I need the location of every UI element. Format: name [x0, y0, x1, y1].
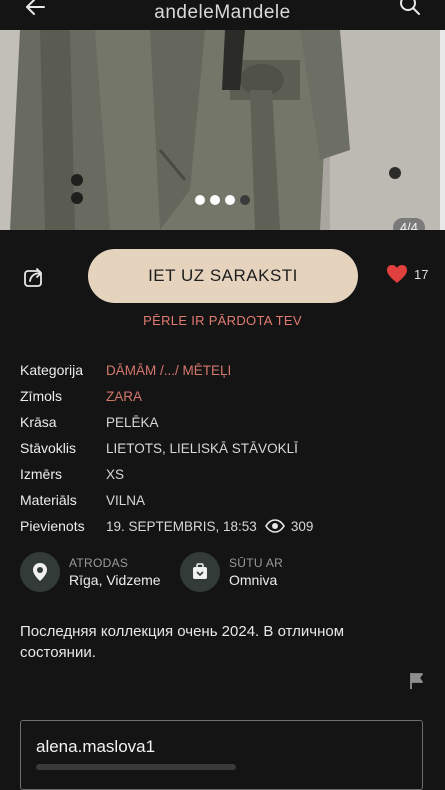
detail-label: Stāvoklis	[20, 440, 77, 456]
seller-info-placeholder	[36, 764, 236, 770]
location-shipping: ATRODAS Rīga, Vidzeme SŪTU AR Omniva	[20, 552, 425, 594]
detail-label: Zīmols	[20, 388, 62, 404]
brand-link[interactable]: ZARA	[106, 389, 142, 404]
detail-label: Krāsa	[20, 414, 57, 430]
detail-row-size: Izmērs XS	[20, 461, 425, 487]
gallery-dots	[195, 195, 250, 205]
app-logo[interactable]: andeleMandele	[0, 2, 445, 24]
detail-label: Materiāls	[20, 492, 77, 508]
detail-row-condition: Stāvoklis LIETOTS, LIELISKĀ STĀVOKLĪ	[20, 435, 425, 461]
detail-value: VILNA	[106, 492, 146, 508]
detail-row-color: Krāsa PELĒKA	[20, 409, 425, 435]
product-description: Последняя коллекция очень 2024. В отличн…	[20, 623, 345, 661]
top-bar: andeleMandele	[0, 0, 445, 30]
detail-label: Izmērs	[20, 466, 62, 482]
detail-row-added: Pievienots 19. SEPTEMBRIS, 18:53 309	[20, 513, 425, 539]
flag-icon	[410, 673, 423, 689]
location-info: ATRODAS Rīga, Vidzeme	[20, 552, 161, 592]
sold-status: PĒRLE IR PĀRDOTA TEV	[143, 313, 302, 328]
detail-label: Pievienots	[20, 518, 85, 534]
detail-value: 19. SEPTEMBRIS, 18:53	[106, 518, 257, 534]
likes-count: 17	[414, 266, 429, 282]
detail-value: LIETOTS, LIELISKĀ STĀVOKLĪ	[106, 440, 298, 456]
share-button[interactable]	[22, 264, 46, 288]
location-label: ATRODAS	[69, 556, 129, 570]
shipping-info: SŪTU AR Omniva	[180, 552, 283, 592]
detail-row-category: Kategorija DĀMĀM /.../ MĒTEĻI	[20, 357, 425, 383]
seller-username[interactable]: alena.maslova1	[36, 737, 155, 757]
report-button[interactable]	[407, 671, 427, 691]
go-to-list-button[interactable]: IET UZ SARAKSTI	[88, 249, 358, 303]
views-count: 309	[290, 518, 314, 534]
detail-row-brand: Zīmols ZARA	[20, 383, 425, 409]
shipping-label: SŪTU AR	[229, 556, 284, 570]
search-icon	[400, 0, 420, 15]
detail-value: XS	[106, 466, 125, 482]
category-link[interactable]: DĀMĀM /.../ MĒTEĻI	[106, 363, 231, 378]
package-icon	[180, 552, 220, 592]
views-counter: 309	[264, 518, 314, 534]
shipping-value: Omniva	[229, 572, 278, 588]
product-details: Kategorija DĀMĀM /.../ MĒTEĻI Zīmols ZAR…	[20, 357, 425, 539]
detail-value: PELĒKA	[106, 414, 159, 430]
image-counter: 4/4	[392, 218, 425, 230]
detail-label: Kategorija	[20, 362, 84, 378]
location-value: Rīga, Vidzeme	[69, 572, 161, 588]
eye-icon	[264, 519, 285, 533]
like-button[interactable]: 17	[386, 264, 428, 284]
search-button[interactable]	[397, 0, 423, 18]
seller-card[interactable]: alena.maslova1	[20, 720, 423, 790]
location-pin-icon	[20, 552, 60, 592]
gallery-dot[interactable]	[225, 195, 235, 205]
gallery-dot[interactable]	[210, 195, 220, 205]
share-icon	[24, 268, 42, 287]
detail-row-material: Materiāls VILNA	[20, 487, 425, 513]
heart-icon	[387, 265, 407, 283]
gallery-dot[interactable]	[195, 195, 205, 205]
gallery-dot-active[interactable]	[240, 195, 250, 205]
